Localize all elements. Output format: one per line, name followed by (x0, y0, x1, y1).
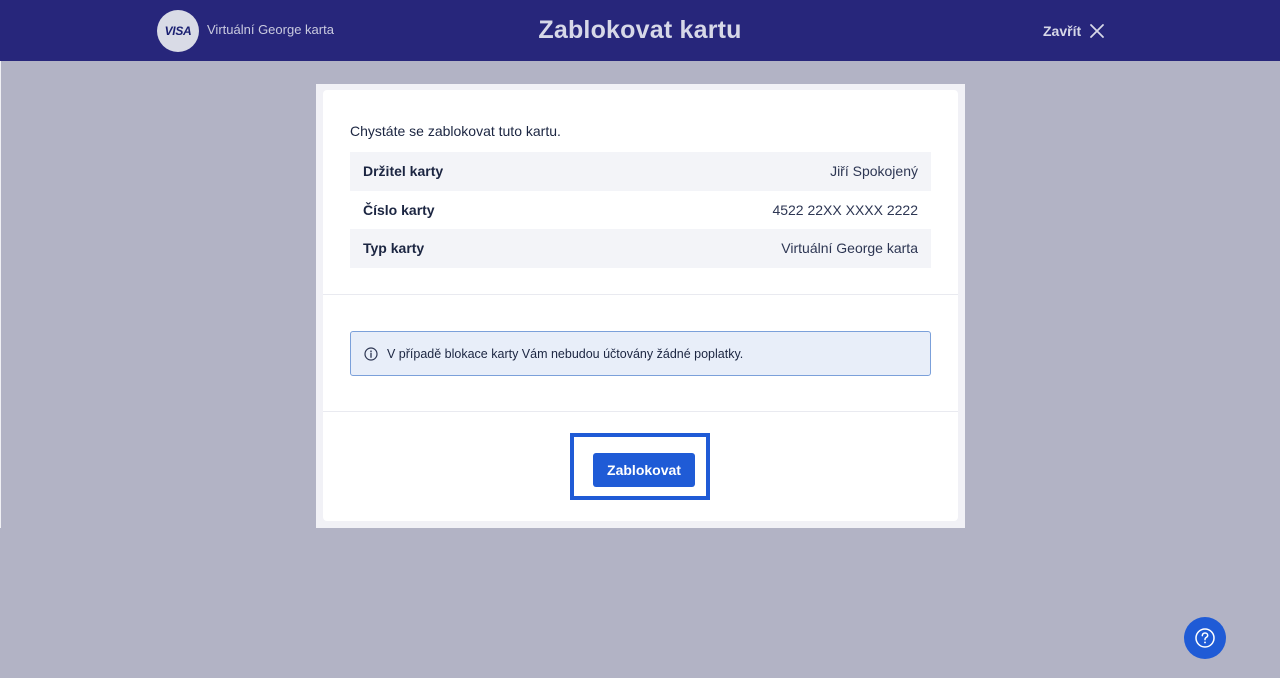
visa-card-badge: VISA (157, 10, 199, 52)
block-card-dialog: Chystáte se zablokovat tuto kartu. Držit… (323, 90, 958, 521)
block-card-button[interactable]: Zablokovat (593, 453, 695, 487)
divider (323, 411, 958, 412)
page: VISA Virtuální George karta Zablokovat k… (0, 0, 1280, 678)
help-icon (1195, 628, 1215, 648)
info-label: Držitel karty (363, 163, 444, 180)
dialog-intro: Chystáte se zablokovat tuto kartu. (350, 123, 561, 139)
divider (323, 294, 958, 295)
info-row-card-number: Číslo karty 4522 22XX XXXX 2222 (350, 191, 931, 230)
edge-strip (0, 61, 1, 528)
close-button[interactable]: Zavřít (1043, 21, 1105, 41)
fee-notice: V případě blokace karty Vám nebudou účto… (350, 331, 931, 376)
notice-text: V případě blokace karty Vám nebudou účto… (387, 346, 744, 361)
card-brand-logo: VISA (164, 24, 192, 38)
close-label: Zavřít (1043, 23, 1082, 39)
info-value: 4522 22XX XXXX 2222 (772, 201, 918, 218)
info-icon (364, 346, 378, 361)
dialog-frame: Chystáte se zablokovat tuto kartu. Držit… (316, 84, 965, 528)
info-row-card-type: Typ karty Virtuální George karta (350, 229, 931, 268)
info-label: Číslo karty (363, 201, 435, 218)
close-icon (1090, 24, 1105, 38)
header-bar: VISA Virtuální George karta Zablokovat k… (0, 0, 1280, 61)
card-info-table: Držitel karty Jiří Spokojený Číslo karty… (350, 152, 931, 268)
card-name: Virtuální George karta (207, 22, 334, 37)
page-title: Zablokovat kartu (538, 16, 742, 44)
help-button[interactable] (1184, 617, 1226, 659)
info-label: Typ karty (363, 240, 425, 257)
info-row-card-holder: Držitel karty Jiří Spokojený (350, 152, 931, 191)
focus-frame: Zablokovat (570, 433, 710, 500)
info-value: Virtuální George karta (781, 240, 918, 257)
info-value: Jiří Spokojený (830, 163, 918, 180)
